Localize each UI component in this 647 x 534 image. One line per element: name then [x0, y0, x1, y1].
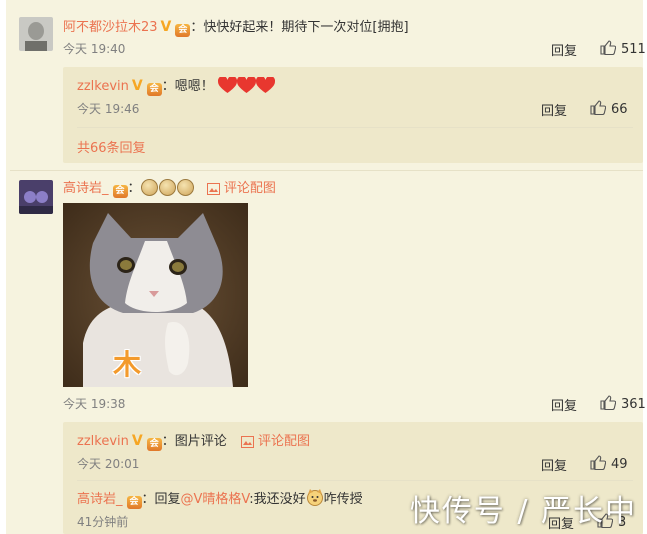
dog-face-emoji-icon: [306, 489, 323, 506]
sub-reply-time: 今天 20:01: [77, 457, 140, 471]
username-link[interactable]: zzlkevin: [77, 434, 129, 449]
username-link[interactable]: zzlkevin: [77, 79, 129, 94]
reply-button[interactable]: 回复: [541, 100, 567, 119]
sub-reply-time: 今天 19:46: [77, 102, 140, 116]
more-replies-link[interactable]: 共66条回复: [77, 137, 146, 156]
vip-badge-icon: 会: [112, 185, 128, 198]
heart-emoji-icon: [255, 77, 275, 94]
divider: [77, 127, 633, 128]
sub-reply-time: 41分钟前: [77, 515, 129, 529]
face-emoji-icon: [140, 179, 158, 196]
vip-badge-icon: 会: [146, 83, 162, 96]
like-count: 361: [621, 397, 646, 412]
like-button[interactable]: 66: [590, 100, 628, 117]
sub-reply-text-end: 咋传授: [323, 492, 363, 507]
avatar[interactable]: [19, 180, 53, 214]
comment-time: 今天 19:40: [63, 42, 126, 56]
like-count: 511: [621, 42, 646, 57]
left-frame: [0, 0, 6, 534]
face-emoji-icon: [158, 179, 176, 196]
picture-icon: [240, 436, 254, 448]
verified-icon: V: [160, 19, 172, 35]
comment-image[interactable]: 木: [63, 203, 248, 387]
vip-badge-icon: 会: [146, 438, 162, 451]
picture-icon: [206, 183, 220, 195]
heart-emoji-icon: [217, 77, 237, 94]
face-emoji-icon: [176, 179, 194, 196]
like-count: 49: [611, 457, 628, 472]
sub-reply-header: zzlkevin V 会：图片评论 评论配图: [77, 430, 311, 451]
verified-icon: V: [131, 78, 143, 94]
sub-reply-text: ：图片评论: [161, 434, 227, 449]
reply-button[interactable]: 回复: [551, 395, 577, 414]
username-link[interactable]: 高诗岩_: [77, 492, 123, 507]
thumbs-up-icon: [600, 395, 616, 410]
divider: [10, 170, 643, 171]
heart-emoji-icon: [236, 77, 256, 94]
reply-button[interactable]: 回复: [541, 455, 567, 474]
comment-header: 高诗岩_ 会： 评论配图: [63, 177, 276, 198]
username-link[interactable]: 高诗岩_: [63, 181, 109, 196]
sub-reply-text-prefix: ：回复: [141, 492, 181, 507]
divider: [77, 480, 633, 481]
comment-picture-link[interactable]: 评论配图: [206, 181, 276, 196]
sub-reply-text: ：嗯嗯！: [161, 79, 214, 94]
sub-reply-text: :我还没好: [249, 492, 306, 507]
comment-text: ：快快好起来！期待下一次对位[拥抱]: [190, 20, 409, 35]
comment-time: 今天 19:38: [63, 397, 126, 411]
thumbs-up-icon: [590, 455, 606, 470]
sub-reply-header: 高诗岩_ 会：回复@V晴格格V:我还没好 咋传授: [77, 488, 363, 509]
mention-link[interactable]: @V晴格格V: [181, 492, 250, 507]
image-caption: 木: [113, 348, 142, 381]
comment-picture-label: 评论配图: [258, 434, 311, 449]
like-button[interactable]: 511: [600, 40, 646, 57]
thumbs-up-icon: [590, 100, 606, 115]
verified-icon: V: [131, 433, 143, 449]
like-button[interactable]: 49: [590, 455, 628, 472]
sub-reply-header: zzlkevin V 会：嗯嗯！: [77, 75, 275, 96]
comment-header: 阿不都沙拉木23 V 会：快快好起来！期待下一次对位[拥抱]: [63, 16, 409, 37]
avatar[interactable]: [19, 17, 53, 51]
comment-picture-link[interactable]: 评论配图: [240, 434, 311, 449]
vip-badge-icon: 会: [126, 496, 142, 509]
vip-badge-icon: 会: [175, 24, 191, 37]
like-count: 66: [611, 102, 628, 117]
watermark: 快传号 / 严长中: [409, 494, 637, 529]
reply-button[interactable]: 回复: [551, 40, 577, 59]
comment-text: ：: [127, 181, 141, 196]
comment-picture-label: 评论配图: [223, 181, 276, 196]
thumbs-up-icon: [600, 40, 616, 55]
like-button[interactable]: 361: [600, 395, 646, 412]
username-link[interactable]: 阿不都沙拉木23: [63, 20, 158, 35]
right-frame: [643, 0, 647, 534]
